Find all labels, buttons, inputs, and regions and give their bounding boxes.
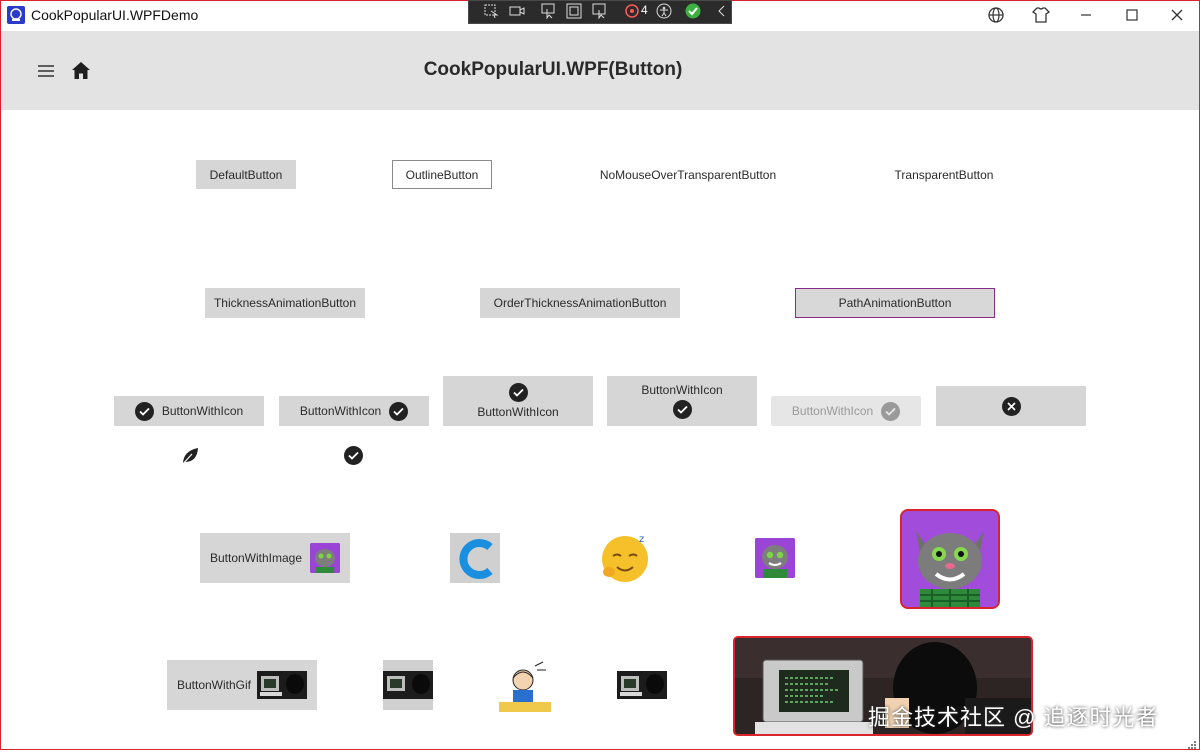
app-icon	[7, 6, 25, 24]
sleepy-emoji-icon[interactable]: z	[599, 530, 653, 584]
tom-cat-large-image[interactable]	[900, 509, 1000, 609]
check-circle-icon	[134, 401, 154, 421]
icon-top-button[interactable]: ButtonWithIcon	[443, 376, 593, 426]
icon-right-button[interactable]: ButtonWithIcon	[279, 396, 429, 426]
language-globe-icon[interactable]	[986, 5, 1006, 25]
check-circle-icon	[508, 383, 528, 402]
binding-failures-icon[interactable]	[624, 3, 640, 19]
accessibility-icon[interactable]	[656, 3, 672, 19]
transparent-button[interactable]: TransparentButton	[884, 160, 1004, 189]
icon-left-button[interactable]: ButtonWithIcon	[114, 396, 264, 426]
default-button[interactable]: DefaultButton	[196, 160, 296, 189]
button-label: ButtonWithIcon	[477, 405, 559, 419]
tom-cat-image	[310, 543, 341, 573]
thickness-animation-button[interactable]: ThicknessAnimationButton	[205, 288, 365, 318]
window-title: CookPopularUI.WPFDemo	[31, 7, 199, 23]
order-thickness-animation-button[interactable]: OrderThicknessAnimationButton	[480, 288, 680, 318]
pointer-select-icon[interactable]	[541, 3, 557, 19]
button-label: ButtonWithIcon	[299, 404, 382, 418]
binding-failures-count: 4	[641, 3, 648, 17]
icon-disabled-button: ButtonWithIcon	[771, 396, 921, 426]
computer-gif-small[interactable]	[617, 671, 667, 699]
svg-text:z: z	[639, 534, 644, 545]
close-circle-icon	[1001, 396, 1021, 416]
camera-icon[interactable]	[509, 3, 525, 19]
computer-gif-thumb[interactable]	[383, 660, 433, 710]
track-focus-icon[interactable]	[592, 3, 608, 19]
button-label: ButtonWithImage	[209, 551, 303, 565]
button-label: ButtonWithGif	[176, 678, 252, 692]
check-circle-icon	[881, 401, 901, 421]
outline-button[interactable]: OutlineButton	[392, 160, 492, 189]
check-circle-icon	[672, 400, 692, 419]
c-logo-button[interactable]	[450, 533, 500, 583]
page-title: CookPopularUI.WPF(Button)	[423, 59, 683, 80]
close-icon[interactable]	[1167, 5, 1187, 25]
resize-grip-icon[interactable]	[1187, 737, 1197, 749]
icon-only-button[interactable]	[936, 386, 1086, 426]
theme-shirt-icon[interactable]	[1031, 5, 1051, 25]
button-label: ButtonWithIcon	[161, 404, 244, 418]
check-circle-icon	[389, 401, 409, 421]
no-mouseover-transparent-button[interactable]: NoMouseOverTransparentButton	[592, 160, 784, 189]
leaf-icon[interactable]	[179, 445, 201, 467]
hot-reload-ok-icon[interactable]	[685, 3, 701, 19]
tom-cat-small-image[interactable]	[755, 538, 795, 578]
computer-gif-image	[257, 671, 308, 699]
cartoon-worker-gif[interactable]	[499, 658, 551, 712]
icon-bottom-button[interactable]: ButtonWithIcon	[607, 376, 757, 426]
maximize-icon[interactable]	[1122, 5, 1142, 25]
button-label: ButtonWithIcon	[641, 383, 723, 397]
gif-button[interactable]: ButtonWithGif	[167, 660, 317, 710]
button-label: ButtonWithIcon	[791, 404, 874, 418]
watermark-text: 掘金技术社区 @ 追逐时光者	[868, 705, 1159, 730]
layout-adorner-icon[interactable]	[566, 3, 582, 19]
select-element-icon[interactable]	[483, 3, 499, 19]
check-circle-icon[interactable]	[344, 446, 363, 465]
path-animation-button[interactable]: PathAnimationButton	[795, 288, 995, 318]
image-button[interactable]: ButtonWithImage	[200, 533, 350, 583]
minimize-icon[interactable]	[1076, 5, 1096, 25]
collapse-toolbar-icon[interactable]	[714, 3, 730, 19]
